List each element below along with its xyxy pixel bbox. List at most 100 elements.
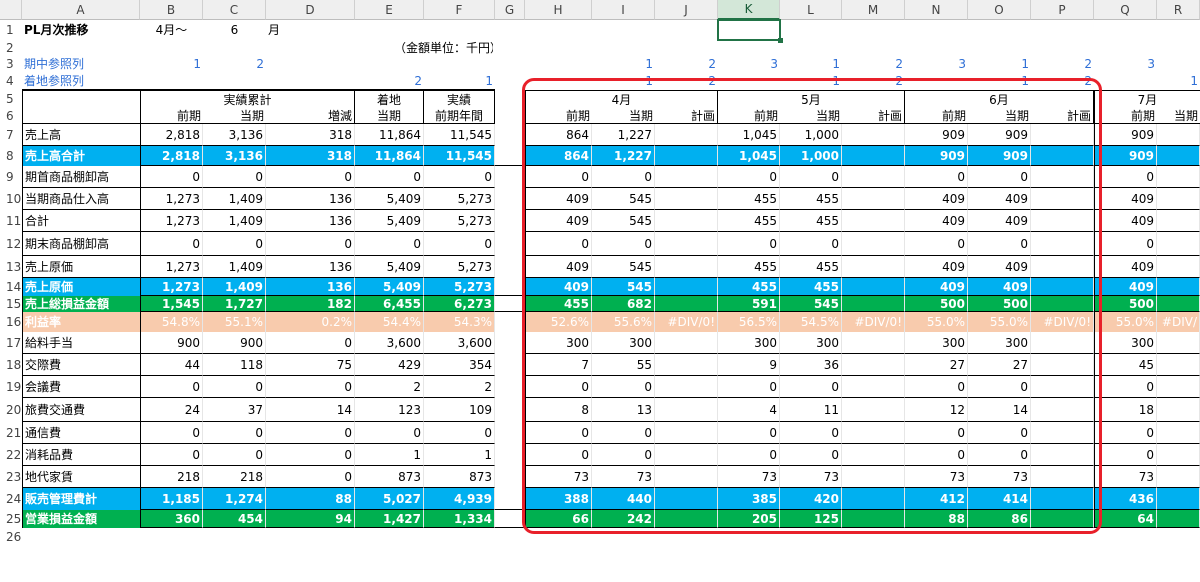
column-header-l[interactable]: L xyxy=(780,0,842,20)
ref-cell[interactable]: 1 xyxy=(780,56,842,72)
row-label[interactable]: 会議費 xyxy=(22,376,140,398)
value-cell[interactable]: 1,409 xyxy=(203,256,266,278)
value-cell[interactable]: 0 xyxy=(424,232,495,256)
value-cell[interactable] xyxy=(655,188,718,210)
value-cell[interactable] xyxy=(495,488,525,510)
value-cell[interactable]: 1,227 xyxy=(592,146,655,166)
value-cell[interactable]: 218 xyxy=(203,466,266,488)
value-cell[interactable]: 27 xyxy=(968,354,1031,376)
value-cell[interactable]: 0 xyxy=(592,166,655,188)
value-cell[interactable]: 0 xyxy=(718,376,780,398)
value-cell[interactable]: 9 xyxy=(718,354,780,376)
value-cell[interactable]: 0 xyxy=(780,166,842,188)
value-cell[interactable]: 1,273 xyxy=(140,188,203,210)
value-cell[interactable]: 0 xyxy=(525,376,592,398)
value-cell[interactable] xyxy=(655,376,718,398)
value-cell[interactable]: 0 xyxy=(780,376,842,398)
value-cell[interactable]: 682 xyxy=(592,296,655,312)
row-label[interactable]: 合計 xyxy=(22,210,140,232)
row-header[interactable]: 23 xyxy=(0,466,22,488)
value-cell[interactable] xyxy=(842,332,905,354)
value-cell[interactable] xyxy=(655,422,718,444)
value-cell[interactable] xyxy=(655,166,718,188)
ref-cell[interactable]: 1 xyxy=(968,56,1031,72)
value-cell[interactable]: 5,273 xyxy=(424,256,495,278)
value-cell[interactable] xyxy=(1031,296,1094,312)
value-cell[interactable]: 0 xyxy=(203,444,266,466)
value-cell[interactable]: 0 xyxy=(355,166,424,188)
ref-cell[interactable]: 2 xyxy=(842,72,905,90)
value-cell[interactable] xyxy=(1031,278,1094,296)
value-cell[interactable]: 27 xyxy=(905,354,968,376)
value-cell[interactable]: 86 xyxy=(968,510,1031,528)
value-cell[interactable]: 0 xyxy=(592,232,655,256)
row-header[interactable]: 19 xyxy=(0,376,22,398)
row-label[interactable]: 売上高合計 xyxy=(22,146,140,166)
value-cell[interactable]: 0 xyxy=(266,166,355,188)
value-cell[interactable]: 409 xyxy=(525,210,592,232)
value-cell[interactable] xyxy=(1157,332,1200,354)
value-cell[interactable]: 455 xyxy=(780,278,842,296)
value-cell[interactable]: 56.5% xyxy=(718,312,780,332)
value-cell[interactable]: 205 xyxy=(718,510,780,528)
row-header[interactable]: 13 xyxy=(0,256,22,278)
value-cell[interactable]: 440 xyxy=(592,488,655,510)
value-cell[interactable]: 0 xyxy=(968,422,1031,444)
row-header[interactable]: 16 xyxy=(0,312,22,332)
value-cell[interactable] xyxy=(495,278,525,296)
value-cell[interactable]: 0 xyxy=(266,376,355,398)
subheader-cell[interactable]: 前期年間 xyxy=(424,108,495,124)
value-cell[interactable]: 300 xyxy=(1094,332,1157,354)
subheader-cell[interactable]: 当期 xyxy=(780,108,842,124)
column-header-n[interactable]: N xyxy=(905,0,968,20)
value-cell[interactable]: 0 xyxy=(266,444,355,466)
value-cell[interactable] xyxy=(1031,488,1094,510)
cell-start-month[interactable]: 4月～ xyxy=(140,20,203,40)
value-cell[interactable]: 1,045 xyxy=(718,124,780,146)
value-cell[interactable]: #DIV/0! xyxy=(655,312,718,332)
value-cell[interactable]: 300 xyxy=(968,332,1031,354)
value-cell[interactable] xyxy=(1157,488,1200,510)
subheader-cell[interactable]: 当期 xyxy=(1157,108,1200,124)
value-cell[interactable] xyxy=(495,296,525,312)
row-header[interactable]: 1 xyxy=(0,20,22,40)
value-cell[interactable]: 0 xyxy=(780,232,842,256)
subheader-cell[interactable]: 計画 xyxy=(655,108,718,124)
row-header[interactable]: 6 xyxy=(0,108,22,124)
value-cell[interactable]: 18 xyxy=(1094,398,1157,422)
value-cell[interactable]: 0 xyxy=(1094,376,1157,398)
value-cell[interactable] xyxy=(655,278,718,296)
column-header-m[interactable]: M xyxy=(842,0,905,20)
value-cell[interactable]: 3,136 xyxy=(203,146,266,166)
column-header-k[interactable]: K xyxy=(718,0,780,20)
value-cell[interactable] xyxy=(495,146,525,166)
subheader-cell[interactable]: 前期 xyxy=(718,108,780,124)
value-cell[interactable]: 182 xyxy=(266,296,355,312)
value-cell[interactable] xyxy=(495,444,525,466)
value-cell[interactable]: 909 xyxy=(968,146,1031,166)
value-cell[interactable] xyxy=(1157,166,1200,188)
value-cell[interactable]: 873 xyxy=(355,466,424,488)
subheader-cell[interactable]: 当期 xyxy=(968,108,1031,124)
row-label[interactable]: 給料手当 xyxy=(22,332,140,354)
value-cell[interactable]: 54.4% xyxy=(355,312,424,332)
value-cell[interactable] xyxy=(495,210,525,232)
value-cell[interactable] xyxy=(1157,146,1200,166)
row-header[interactable]: 25 xyxy=(0,510,22,528)
value-cell[interactable]: 0 xyxy=(592,444,655,466)
value-cell[interactable]: 36 xyxy=(780,354,842,376)
column-header-e[interactable]: E xyxy=(355,0,424,20)
value-cell[interactable] xyxy=(1157,444,1200,466)
value-cell[interactable] xyxy=(655,256,718,278)
value-cell[interactable]: 6,273 xyxy=(424,296,495,312)
value-cell[interactable]: 52.6% xyxy=(525,312,592,332)
row-header[interactable]: 24 xyxy=(0,488,22,510)
value-cell[interactable]: 1,427 xyxy=(355,510,424,528)
value-cell[interactable]: 409 xyxy=(1094,278,1157,296)
value-cell[interactable]: 1,409 xyxy=(203,278,266,296)
column-header-b[interactable]: B xyxy=(140,0,203,20)
value-cell[interactable]: 5,273 xyxy=(424,278,495,296)
value-cell[interactable]: 0 xyxy=(718,422,780,444)
row-label[interactable]: 販売管理費計 xyxy=(22,488,140,510)
value-cell[interactable]: 429 xyxy=(355,354,424,376)
